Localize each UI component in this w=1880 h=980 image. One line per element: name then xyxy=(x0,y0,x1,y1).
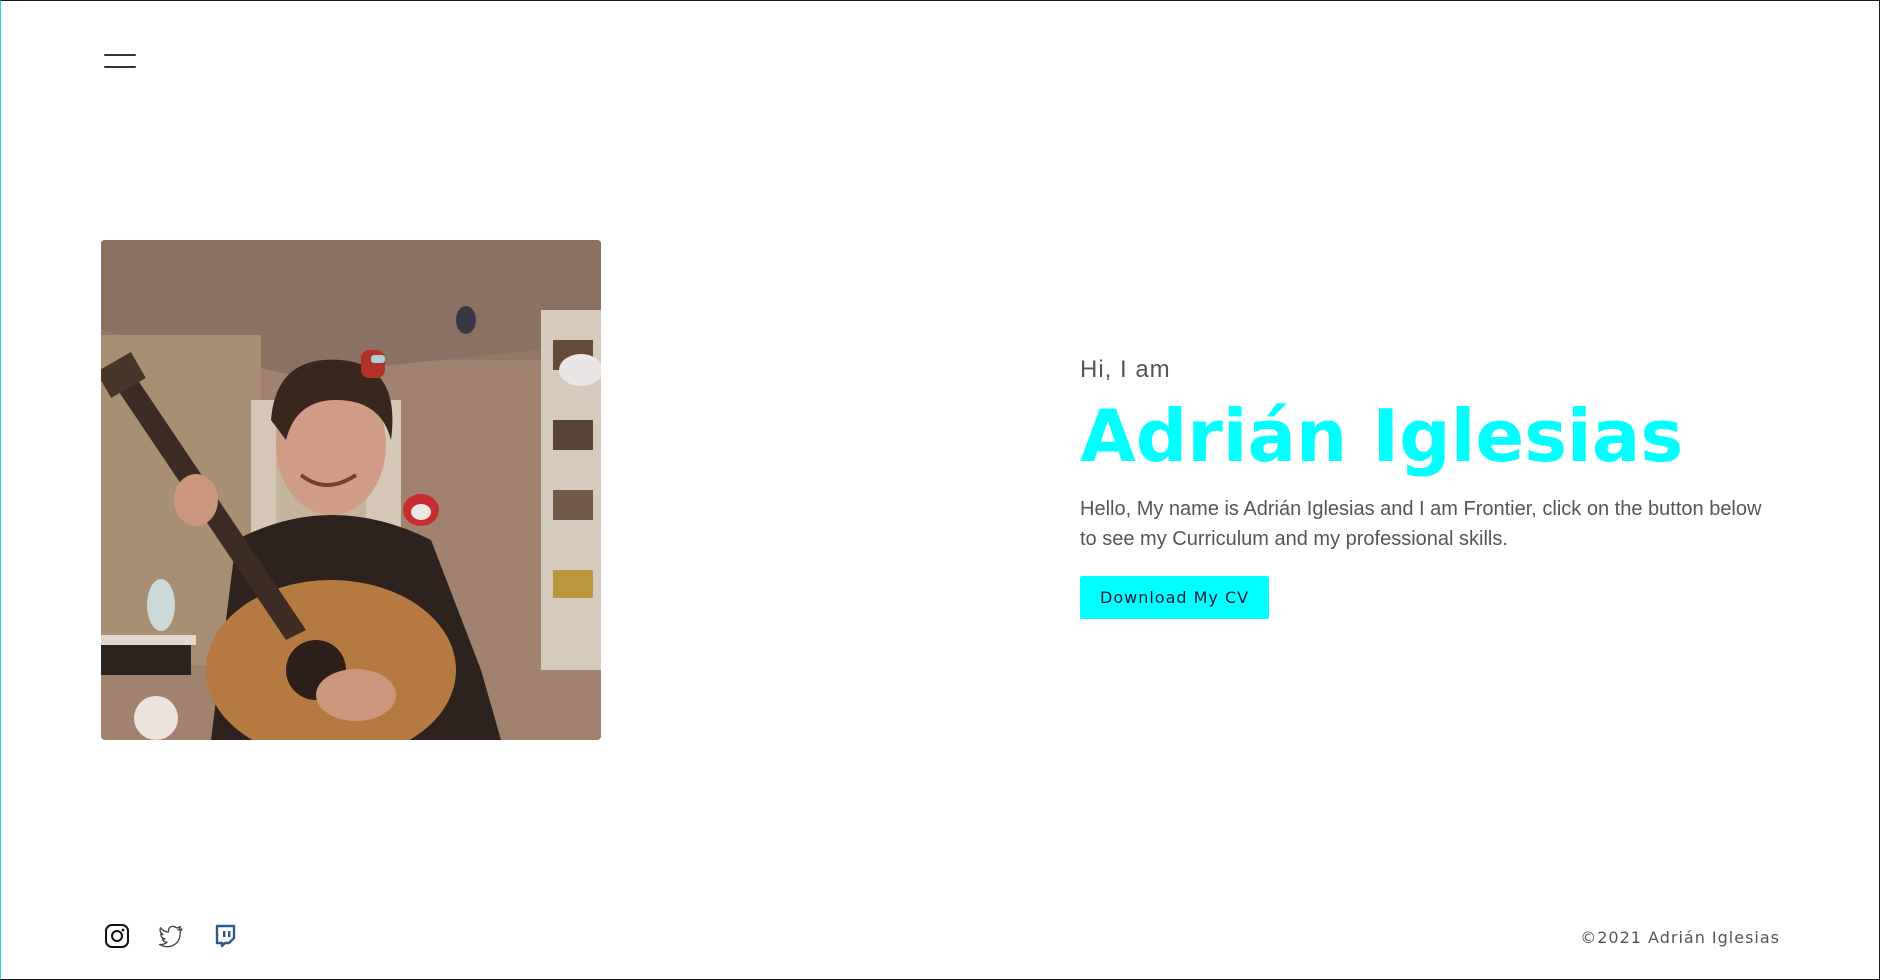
twitch-icon[interactable] xyxy=(212,923,238,949)
hamburger-menu-icon[interactable] xyxy=(104,50,136,74)
social-links xyxy=(104,922,238,950)
intro-section: Hi, I am Adrián Iglesias Hello, My name … xyxy=(1080,356,1800,619)
profile-photo xyxy=(101,240,601,740)
download-cv-button[interactable]: Download My CV xyxy=(1080,576,1270,619)
greeting-text: Hi, I am xyxy=(1080,356,1171,383)
copyright-text: ©2021 Adrián Iglesias xyxy=(1580,928,1780,947)
intro-description: Hello, My name is Adrián Iglesias and I … xyxy=(1080,498,1762,550)
instagram-icon[interactable] xyxy=(104,923,130,949)
twitter-icon[interactable] xyxy=(158,923,184,949)
hero-name: Adrián Iglesias xyxy=(1080,394,1684,478)
